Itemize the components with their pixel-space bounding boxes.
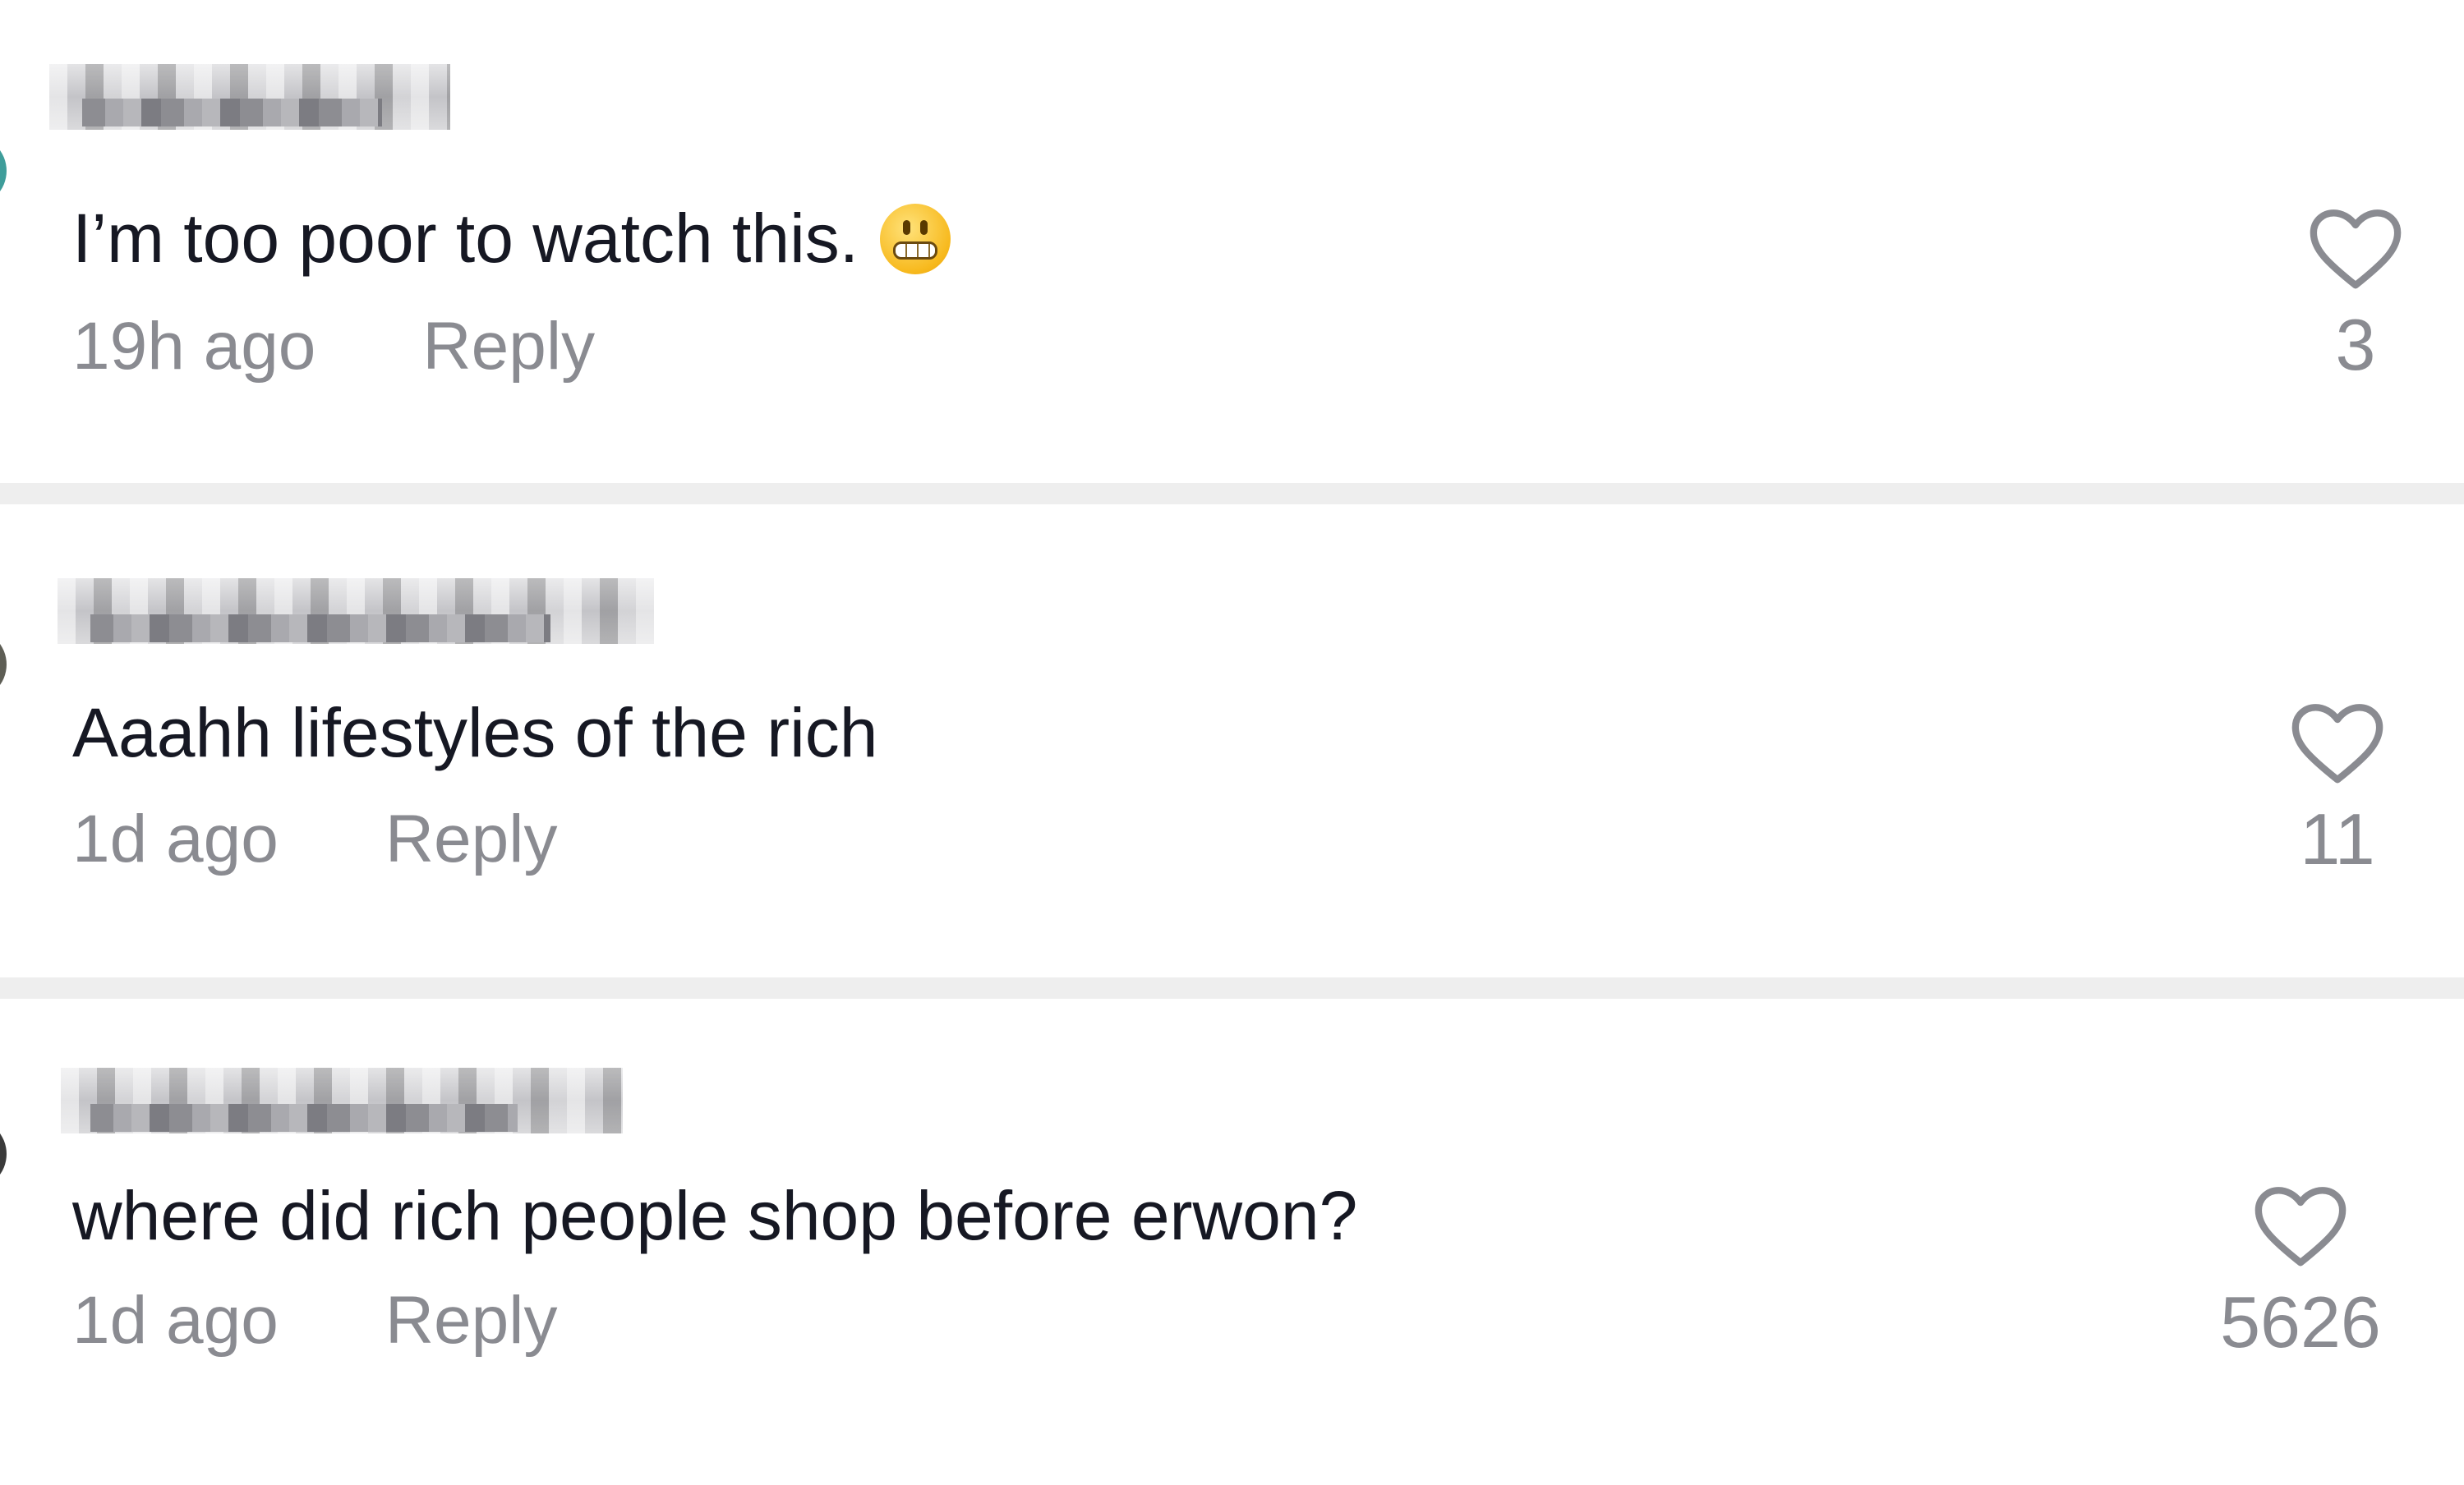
comment-timestamp: 19h ago [72,309,316,384]
like-count: 11 [2300,798,2375,880]
comment-item: where did rich people shop before erwon?… [0,999,2464,1485]
comment-text: where did rich people shop before erwon? [72,1177,1358,1254]
heart-outline-icon [2291,704,2383,784]
reply-button[interactable]: Reply [385,802,558,876]
reply-button[interactable]: Reply [422,309,595,384]
comment-text: I’m too poor to watch this. [72,197,951,279]
comment-item: Aaahh lifestyles of the rich 1d ago Reply… [0,504,2464,977]
comment-timestamp: 1d ago [72,802,279,876]
heart-outline-icon [2254,1187,2347,1267]
comment-meta: 1d ago Reply [72,798,557,880]
like-count: 3 [2335,304,2376,385]
username-redacted-detail [82,99,382,126]
comment-divider [0,977,2464,999]
comment-divider [0,483,2464,504]
username-redacted-detail [90,614,550,642]
comment-timestamp: 1d ago [72,1283,279,1358]
like-button[interactable]: 11 [2284,701,2391,880]
heart-outline-icon [2310,209,2402,289]
avatar[interactable] [0,136,7,206]
reply-button[interactable]: Reply [385,1283,558,1358]
username-redacted-detail [90,1104,518,1132]
like-button[interactable]: 3 [2302,207,2409,386]
avatar[interactable] [0,1119,7,1189]
grimacing-face-emoji-icon [880,203,951,274]
comment-text-content: I’m too poor to watch this. [72,200,859,277]
comment-item: I’m too poor to watch this. 19h ago Reply… [0,0,2464,483]
comment-text: Aaahh lifestyles of the rich [72,694,878,771]
avatar[interactable] [0,629,7,700]
comment-meta: 19h ago Reply [72,306,595,388]
comment-meta: 1d ago Reply [72,1280,557,1362]
like-count: 5626 [2220,1281,2381,1363]
like-button[interactable]: 5626 [2190,1184,2411,1363]
